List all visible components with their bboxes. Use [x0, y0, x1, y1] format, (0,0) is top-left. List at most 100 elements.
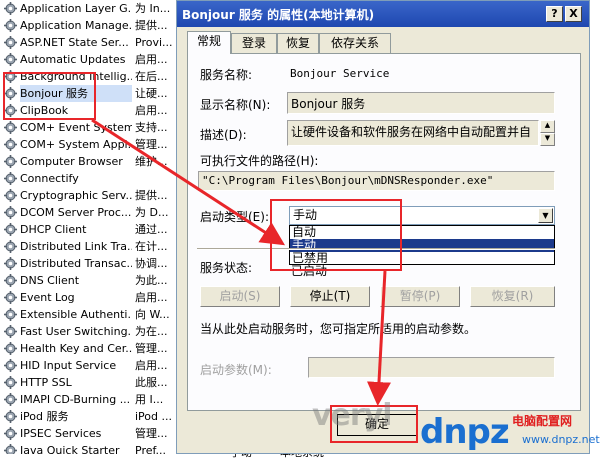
start-button[interactable]: 启动(S) [200, 286, 280, 307]
gear-icon [4, 206, 17, 219]
service-row[interactable]: COM+ System Appl... 管理... [0, 136, 180, 153]
service-description: 协调... [135, 257, 168, 270]
description-label: 描述(D): [200, 128, 247, 142]
display-name-field[interactable]: Bonjour 服务 [287, 92, 555, 114]
service-row[interactable]: Cryptographic Serv... 提供... [0, 187, 180, 204]
service-description: 启用... [135, 104, 168, 117]
gear-icon [4, 155, 17, 168]
service-description: 启用... [135, 359, 168, 372]
watermark-dnpz-logo: dnpz [420, 412, 510, 452]
service-description: Provi... [135, 36, 173, 49]
service-description: 管理... [135, 342, 168, 355]
service-description: 管理... [135, 427, 168, 440]
service-row[interactable]: Computer Browser 维护... [0, 153, 180, 170]
gear-icon [4, 36, 17, 49]
service-row[interactable]: Distributed Transac... 协调... [0, 255, 180, 272]
service-description: iPod ... [135, 410, 172, 423]
tab-general[interactable]: 常规 [187, 31, 231, 54]
service-description: 支持... [135, 121, 168, 134]
service-description: 用 I... [135, 393, 164, 406]
gear-icon [4, 189, 17, 202]
annotation-box-startup [270, 199, 402, 271]
service-row[interactable]: HID Input Service 启用... [0, 357, 180, 374]
gear-icon [4, 257, 17, 270]
service-name: Computer Browser [20, 155, 123, 168]
watermark-site-name: 电脑配置网 [512, 414, 573, 428]
service-name-value: Bonjour Service [290, 67, 390, 80]
service-row[interactable]: Application Manage... 提供... [0, 17, 180, 34]
start-params-label: 启动参数(M): [200, 363, 272, 377]
gear-icon [4, 325, 17, 338]
help-button[interactable]: ? [546, 6, 563, 22]
service-description: 通过... [135, 223, 168, 236]
service-row[interactable]: Health Key and Cer... 管理... [0, 340, 180, 357]
service-row[interactable]: DNS Client 为此... [0, 272, 180, 289]
service-description: 为在... [135, 325, 168, 338]
service-description: 管理... [135, 138, 168, 151]
gear-icon [4, 223, 17, 236]
hint-text: 当从此处启动服务时，您可指定所适用的启动参数。 [200, 322, 477, 336]
service-name: Application Layer G... [20, 2, 132, 15]
service-name: COM+ Event System [20, 121, 132, 134]
service-name: DHCP Client [20, 223, 87, 236]
service-description: 此服... [135, 376, 168, 389]
gear-icon [4, 291, 17, 304]
service-row[interactable]: IMAPI CD-Burning ... 用 I... [0, 391, 180, 408]
service-row[interactable]: DHCP Client 通过... [0, 221, 180, 238]
service-row[interactable]: Java Quick Starter Pref... [0, 442, 180, 454]
service-row[interactable]: Fast User Switching... 为在... [0, 323, 180, 340]
service-description: 在后... [135, 70, 168, 83]
service-name: ASP.NET State Ser... [20, 36, 129, 49]
service-row[interactable]: DCOM Server Proc... 为 D... [0, 204, 180, 221]
tab-recovery[interactable]: 恢复 [277, 33, 319, 53]
service-description: 为 D... [135, 206, 169, 219]
service-row[interactable]: Automatic Updates 启用... [0, 51, 180, 68]
service-row[interactable]: IPSEC Services 管理... [0, 425, 180, 442]
service-name: DNS Client [20, 274, 80, 287]
service-row[interactable]: Connectify [0, 170, 180, 187]
service-description: 在计... [135, 240, 168, 253]
description-value: 让硬件设备和软件服务在网络中自动配置并自 [291, 125, 532, 139]
service-description: 启用... [135, 53, 168, 66]
close-button[interactable]: X [565, 6, 582, 22]
service-row[interactable]: HTTP SSL 此服... [0, 374, 180, 391]
tab-dependencies[interactable]: 依存关系 [319, 33, 391, 53]
service-row[interactable]: COM+ Event System 支持... [0, 119, 180, 136]
resume-button[interactable]: 恢复(R) [470, 286, 555, 307]
description-scroll-down[interactable]: ▼ [540, 133, 555, 146]
gear-icon [4, 427, 17, 440]
dialog-title: Bonjour 服务 的属性(本地计算机) [182, 8, 375, 22]
tab-logon[interactable]: 登录 [231, 33, 277, 53]
description-field[interactable]: 让硬件设备和软件服务在网络中自动配置并自 [287, 120, 539, 146]
service-row[interactable]: iPod 服务 iPod ... [0, 408, 180, 425]
service-description: 维护... [135, 155, 168, 168]
service-name: Java Quick Starter [20, 444, 120, 454]
service-description: 向 W... [135, 308, 170, 321]
service-row[interactable]: Extensible Authenti... 向 W... [0, 306, 180, 323]
pause-button[interactable]: 暂停(P) [380, 286, 460, 307]
service-row[interactable]: Event Log 启用... [0, 289, 180, 306]
watermark-site-url: www.dnpz.net [522, 433, 600, 446]
exe-path-field: "C:\Program Files\Bonjour\mDNSResponder.… [198, 171, 555, 191]
service-name: iPod 服务 [20, 410, 69, 423]
exe-path-value: "C:\Program Files\Bonjour\mDNSResponder.… [202, 174, 494, 187]
stop-button[interactable]: 停止(T) [290, 286, 370, 307]
service-name: COM+ System Appl... [20, 138, 132, 151]
dialog-titlebar[interactable]: Bonjour 服务 的属性(本地计算机) ? X [177, 1, 589, 27]
chevron-down-icon[interactable]: ▼ [538, 208, 553, 223]
service-description: 为 In... [135, 2, 171, 15]
service-description: Pref... [135, 444, 167, 454]
start-params-input[interactable] [308, 357, 555, 378]
service-name: Extensible Authenti... [20, 308, 132, 321]
service-name: Distributed Link Tra... [20, 240, 132, 253]
service-row[interactable]: Distributed Link Tra... 在计... [0, 238, 180, 255]
gear-icon [4, 19, 17, 32]
service-row[interactable]: Application Layer G... 为 In... [0, 0, 180, 17]
display-name-label: 显示名称(N): [200, 98, 271, 112]
description-scroll-up[interactable]: ▲ [540, 120, 555, 133]
service-name: Automatic Updates [20, 53, 126, 66]
service-name: Distributed Transac... [20, 257, 132, 270]
gear-icon [4, 410, 17, 423]
watermark-veryl: veryl [312, 398, 393, 433]
service-row[interactable]: ASP.NET State Ser... Provi... [0, 34, 180, 51]
